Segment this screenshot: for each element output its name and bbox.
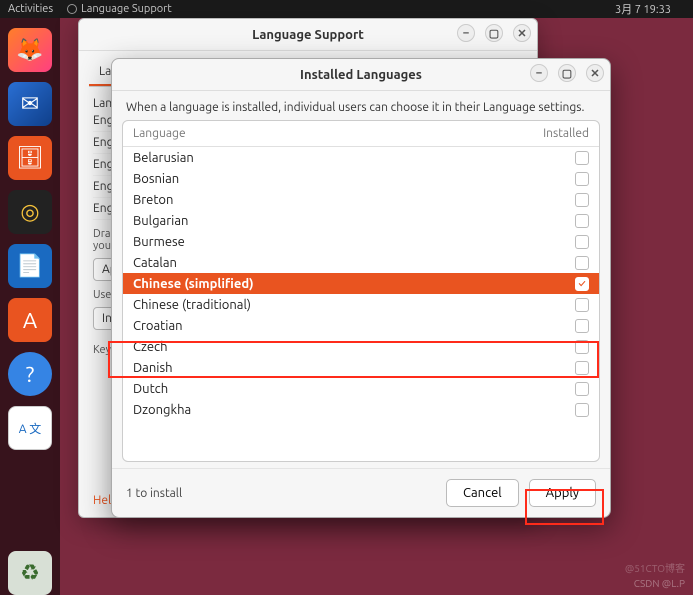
dialog-description: When a language is installed, individual… [112, 91, 610, 120]
maximize-button[interactable]: ▢ [485, 24, 503, 42]
files-icon[interactable]: 🗄 [8, 136, 52, 180]
language-name: Breton [133, 193, 173, 207]
close-button[interactable]: ✕ [513, 24, 531, 42]
dialog-footer: 1 to install Cancel Apply [112, 468, 610, 517]
language-checkbox[interactable] [575, 382, 589, 396]
dock: 🦊 ✉ 🗄 ◎ 📄 A ? A 文 ♻ [0, 18, 60, 595]
language-checkbox[interactable] [575, 340, 589, 354]
language-name: Bulgarian [133, 214, 188, 228]
language-checkbox[interactable] [575, 214, 589, 228]
language-checkbox[interactable] [575, 193, 589, 207]
watermark: @51CTO博客 [625, 560, 685, 575]
language-row[interactable]: Dutch [123, 378, 599, 399]
language-checkbox[interactable]: ✓ [575, 277, 589, 291]
dialog-title: Installed Languages [300, 68, 422, 82]
gear-icon [67, 4, 77, 14]
trash-icon[interactable]: ♻ [8, 551, 52, 595]
language-row[interactable]: Chinese (traditional) [123, 294, 599, 315]
dialog-close-button[interactable]: ✕ [586, 64, 604, 82]
app-indicator[interactable]: Language Support [67, 3, 172, 15]
language-name: Burmese [133, 235, 185, 249]
language-row[interactable]: Breton [123, 189, 599, 210]
language-name: Czech [133, 340, 168, 354]
language-row[interactable]: Bosnian [123, 168, 599, 189]
language-checkbox[interactable] [575, 298, 589, 312]
watermark: CSDN @L.P [634, 578, 685, 589]
language-checkbox[interactable] [575, 235, 589, 249]
top-panel: Activities Language Support 3月 7 19:33 [0, 0, 693, 18]
install-count: 1 to install [126, 487, 182, 500]
dialog-minimize-button[interactable]: – [530, 64, 548, 82]
language-checkbox[interactable] [575, 361, 589, 375]
language-name: Dzongkha [133, 403, 191, 417]
language-name: Dutch [133, 382, 168, 396]
language-name: Chinese (traditional) [133, 298, 251, 312]
software-center-icon[interactable]: A [8, 298, 52, 342]
libreoffice-writer-icon[interactable]: 📄 [8, 244, 52, 288]
language-list: Language Installed Belarusian Bosnian Bret… [122, 120, 600, 462]
installed-languages-dialog: Installed Languages – ▢ ✕ When a languag… [111, 58, 611, 518]
translate-icon[interactable]: A 文 [8, 406, 52, 450]
language-row[interactable]: Czech [123, 336, 599, 357]
dialog-maximize-button[interactable]: ▢ [558, 64, 576, 82]
rhythmbox-icon[interactable]: ◎ [8, 190, 52, 234]
cancel-button[interactable]: Cancel [446, 479, 519, 507]
thunderbird-icon[interactable]: ✉ [8, 82, 52, 126]
language-row[interactable]: Belarusian [123, 147, 599, 168]
dialog-titlebar[interactable]: Installed Languages – ▢ ✕ [112, 59, 610, 91]
language-row[interactable]: Catalan [123, 252, 599, 273]
col-installed: Installed [543, 127, 589, 140]
language-checkbox[interactable] [575, 151, 589, 165]
language-checkbox[interactable] [575, 172, 589, 186]
language-checkbox[interactable] [575, 319, 589, 333]
firefox-icon[interactable]: 🦊 [8, 28, 52, 72]
language-name: Danish [133, 361, 173, 375]
window-titlebar[interactable]: Language Support – ▢ ✕ [79, 19, 537, 51]
language-name: Belarusian [133, 151, 194, 165]
language-checkbox[interactable] [575, 403, 589, 417]
language-row[interactable]: Croatian [123, 315, 599, 336]
list-header: Language Installed [123, 121, 599, 147]
activities-button[interactable]: Activities [8, 3, 53, 15]
minimize-button[interactable]: – [457, 24, 475, 42]
language-row[interactable]: Dzongkha [123, 399, 599, 420]
apply-button[interactable]: Apply [529, 479, 596, 507]
list-body[interactable]: Belarusian Bosnian Breton Bulgarian Burmese C… [123, 147, 599, 461]
col-language: Language [133, 127, 186, 140]
language-name: Croatian [133, 319, 183, 333]
language-name: Chinese (simplified) [133, 277, 254, 291]
language-row[interactable]: Danish [123, 357, 599, 378]
language-row[interactable]: Bulgarian [123, 210, 599, 231]
help-icon[interactable]: ? [8, 352, 52, 396]
clock[interactable]: 3月 7 19:33 [615, 1, 671, 17]
language-checkbox[interactable] [575, 256, 589, 270]
language-row[interactable]: Chinese (simplified) ✓ [123, 273, 599, 294]
language-row[interactable]: Burmese [123, 231, 599, 252]
window-title: Language Support [252, 28, 364, 42]
language-name: Catalan [133, 256, 177, 270]
language-name: Bosnian [133, 172, 179, 186]
